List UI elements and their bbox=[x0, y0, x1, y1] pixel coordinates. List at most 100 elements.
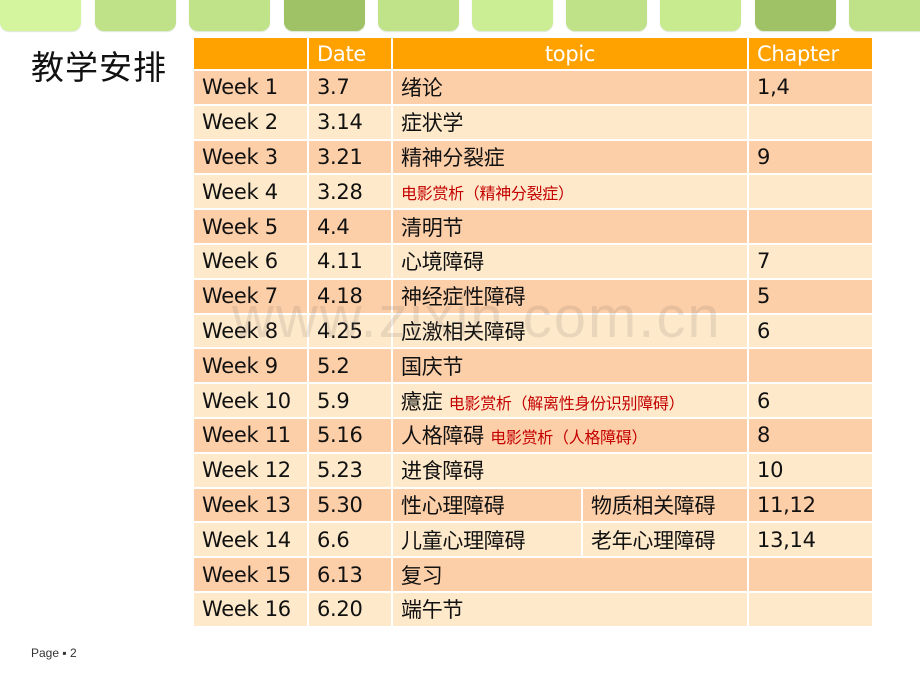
table-row: Week 4 3.28 电影赏析（精神分裂症） bbox=[192, 173, 875, 211]
topic-text: 儿童心理障碍 bbox=[401, 528, 526, 553]
decorative-tab bbox=[95, 0, 176, 31]
table-row: Week 5 4.4 清明节 bbox=[192, 208, 875, 245]
date-cell: 5.30 bbox=[307, 486, 393, 524]
decorative-tab bbox=[849, 0, 920, 31]
decorative-tab-strip bbox=[0, 0, 920, 32]
date-cell: 3.7 bbox=[307, 69, 393, 106]
chapter-cell: 6 bbox=[747, 312, 875, 350]
topic-cell: 复习 bbox=[390, 556, 750, 593]
schedule-table: Date topic Chapter Week 1 3.7 绪论 1,4 Week 23… bbox=[192, 36, 875, 628]
week-cell: Week 7 bbox=[192, 277, 309, 315]
topic-text: 绪论 bbox=[401, 76, 443, 101]
chapter-cell: 7 bbox=[747, 242, 875, 280]
week-cell: Week 8 bbox=[192, 312, 309, 350]
date-cell: 4.4 bbox=[307, 208, 393, 245]
topic-cell: 神经症性障碍 bbox=[390, 277, 750, 315]
date-cell: 5.9 bbox=[307, 382, 393, 419]
table-row: Week 9 5.2 国庆节 bbox=[192, 347, 875, 385]
week-cell: Week 12 bbox=[192, 451, 309, 489]
week-cell: Week 15 bbox=[192, 556, 309, 593]
table-header-row: Date topic Chapter bbox=[192, 36, 875, 71]
page-number: Page ▪ 2 bbox=[31, 646, 77, 660]
topic-cell: 精神分裂症 bbox=[390, 138, 750, 176]
week-cell: Week 14 bbox=[192, 521, 309, 559]
date-cell: 3.28 bbox=[307, 173, 393, 211]
week-cell: Week 10 bbox=[192, 382, 309, 419]
chapter-cell: 5 bbox=[747, 277, 875, 315]
topic-text: 神经症性障碍 bbox=[401, 285, 526, 310]
chapter-cell: 1,4 bbox=[747, 69, 875, 106]
topic-text: 症状学 bbox=[401, 111, 464, 136]
table-row: Week 11 5.16 人格障碍 电影赏析（人格障碍） 8 bbox=[192, 416, 875, 454]
topic-text: 性心理障碍 bbox=[401, 493, 505, 518]
topic-text: 心境障碍 bbox=[401, 250, 484, 275]
table-row: Week 16 6.20 端午节 bbox=[192, 590, 875, 628]
chapter-cell: 13,14 bbox=[747, 521, 875, 559]
date-cell: 4.18 bbox=[307, 277, 393, 315]
topic-text: 端午节 bbox=[401, 598, 464, 623]
week-cell: Week 9 bbox=[192, 347, 309, 385]
film-note: 电影赏析（人格障碍） bbox=[490, 428, 648, 448]
topic-text: 人格障碍 bbox=[401, 424, 484, 449]
topic-cell: 端午节 bbox=[390, 590, 750, 628]
topic-text: 精神分裂症 bbox=[401, 145, 505, 170]
topic-text: 国庆节 bbox=[401, 354, 464, 379]
topic-cell: 儿童心理障碍 bbox=[391, 521, 583, 559]
chapter-cell: 6 bbox=[747, 382, 875, 419]
week-cell: Week 5 bbox=[192, 208, 309, 245]
header-chapter: Chapter bbox=[747, 36, 875, 71]
week-cell: Week 6 bbox=[192, 242, 309, 280]
table-row: Week 10 5.9 癔症 电影赏析（解离性身份识别障碍） 6 bbox=[192, 382, 875, 419]
topic-cell: 心境障碍 bbox=[390, 242, 750, 280]
week-cell: Week 3 bbox=[192, 138, 309, 176]
week-cell: Week 13 bbox=[192, 486, 309, 524]
table-row: Week 14 6.6 儿童心理障碍 老年心理障碍 13,14 bbox=[192, 521, 875, 559]
slide-title: 教学安排 bbox=[31, 48, 167, 87]
header-topic: topic bbox=[390, 36, 750, 71]
topic-cell: 性心理障碍 bbox=[391, 486, 583, 524]
decorative-tab bbox=[284, 0, 365, 31]
topic-text: 进食障碍 bbox=[401, 459, 484, 484]
topic-cell: 癔症 电影赏析（解离性身份识别障碍） bbox=[390, 382, 750, 419]
chapter-cell: 11,12 bbox=[747, 486, 875, 524]
topic-cell: 清明节 bbox=[390, 208, 750, 245]
table-row: Week 2 3.14 症状学 bbox=[192, 103, 875, 141]
table-row: Week 15 6.13 复习 bbox=[192, 556, 875, 593]
date-cell: 5.23 bbox=[307, 451, 393, 489]
week-cell: Week 1 bbox=[192, 69, 309, 106]
topic-cell: 人格障碍 电影赏析（人格障碍） bbox=[390, 416, 750, 454]
date-cell: 5.16 bbox=[307, 416, 393, 454]
topic-text: 复习 bbox=[401, 563, 443, 588]
table-row: Week 6 4.11 心境障碍 7 bbox=[192, 242, 875, 280]
schedule-body: Week 1 3.7 绪论 1,4 Week 2 3.14 症状学 Week 3 3.21 精神分… bbox=[192, 69, 875, 628]
chapter-cell bbox=[747, 103, 875, 141]
header-week bbox=[192, 36, 309, 71]
table-row: Week 12 5.23 进食障碍 10 bbox=[192, 451, 875, 489]
chapter-cell: 9 bbox=[747, 138, 875, 176]
decorative-tab bbox=[378, 0, 459, 31]
chapter-cell bbox=[747, 208, 875, 245]
topic-cell: 进食障碍 bbox=[390, 451, 750, 489]
table-row: Week 8 4.25 应激相关障碍 6 bbox=[192, 312, 875, 350]
topic-cell: 国庆节 bbox=[390, 347, 750, 385]
topic-cell: 绪论 bbox=[390, 69, 750, 106]
week-cell: Week 11 bbox=[192, 416, 309, 454]
decorative-tab bbox=[566, 0, 647, 31]
header-date: Date bbox=[307, 36, 393, 71]
week-cell: Week 16 bbox=[192, 590, 309, 628]
film-note: 电影赏析（解离性身份识别障碍） bbox=[448, 393, 685, 413]
decorative-tab bbox=[660, 0, 741, 31]
topic-text: 清明节 bbox=[401, 215, 464, 240]
date-cell: 4.25 bbox=[307, 312, 393, 350]
chapter-cell bbox=[747, 556, 875, 593]
week-cell: Week 2 bbox=[192, 103, 309, 141]
topic-cell: 应激相关障碍 bbox=[390, 312, 750, 350]
date-cell: 3.14 bbox=[307, 103, 393, 141]
topic-text: 癔症 bbox=[401, 389, 443, 414]
topic-cell: 症状学 bbox=[390, 103, 750, 141]
table-row: Week 3 3.21 精神分裂症 9 bbox=[192, 138, 875, 176]
chapter-cell: 10 bbox=[747, 451, 875, 489]
decorative-tab bbox=[0, 0, 81, 31]
week-cell: Week 4 bbox=[192, 173, 309, 211]
decorative-tab bbox=[755, 0, 836, 31]
